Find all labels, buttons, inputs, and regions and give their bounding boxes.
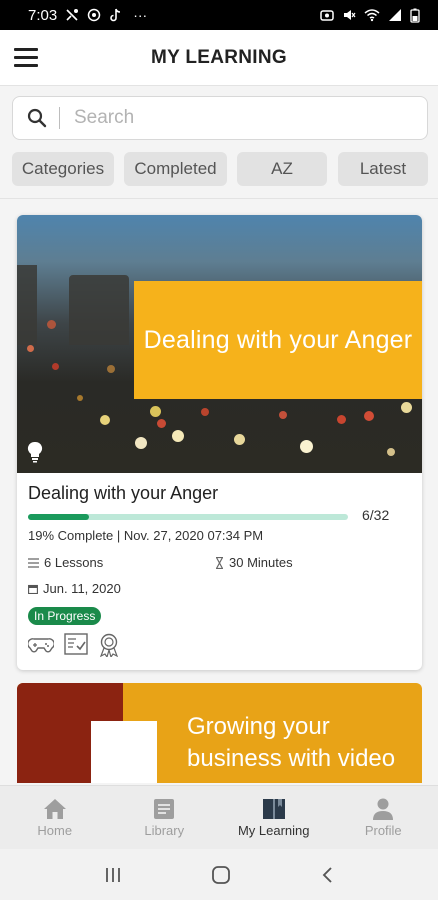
date-row: Jun. 11, 2020 <box>28 581 121 596</box>
course2-thumbnail-block <box>91 721 157 783</box>
quiz-icon <box>64 633 88 655</box>
search-input[interactable] <box>74 107 394 129</box>
search-bar[interactable] <box>12 96 428 140</box>
app-bar: MY LEARNING <box>0 30 438 86</box>
tiktok-icon <box>110 8 121 22</box>
divider <box>0 198 438 199</box>
wifi-icon <box>364 9 380 22</box>
filter-latest[interactable]: Latest <box>338 152 428 186</box>
filter-az[interactable]: AZ <box>237 152 327 186</box>
course2-banner-text: Growing your business with video <box>187 713 396 772</box>
status-badge: In Progress <box>28 607 102 625</box>
home-button-icon[interactable] <box>211 865 231 885</box>
back-icon[interactable] <box>320 866 334 884</box>
duration-row: 30 Minutes <box>215 555 293 570</box>
battery-icon <box>410 8 420 23</box>
course-thumbnail: Dealing with your Anger <box>17 215 422 473</box>
lessons-row: 6 Lessons <box>28 555 103 570</box>
date-text: Jun. 11, 2020 <box>43 581 121 596</box>
home-icon <box>43 798 66 819</box>
certificate-icon <box>99 633 119 657</box>
lightbulb-icon <box>27 441 43 463</box>
progress-bar <box>28 514 348 520</box>
nav-library[interactable]: Library <box>110 786 220 849</box>
search-icon <box>27 108 47 128</box>
nav-my-learning-label: My Learning <box>237 822 310 838</box>
nav-library-label: Library <box>144 822 185 838</box>
filter-bar: Categories Completed AZ Latest <box>12 152 428 186</box>
lesson-count: 6/32 <box>362 507 390 523</box>
status-bar: 7:03 ··· <box>0 0 438 30</box>
calendar-icon <box>28 584 38 594</box>
system-nav-bar <box>0 849 438 900</box>
nav-profile[interactable]: Profile <box>329 786 438 849</box>
bottom-nav: Home Library My Learning Profile <box>0 785 438 849</box>
status-time: 7:03 <box>28 6 58 24</box>
library-icon <box>154 798 175 819</box>
mute-icon <box>344 10 356 20</box>
course-banner-text: Dealing with your Anger <box>134 281 422 399</box>
course-card-2[interactable]: Growing your business with video <box>17 683 422 783</box>
signal-icon <box>389 9 401 21</box>
alarm-icon <box>320 10 334 21</box>
page-title: MY LEARNING <box>151 46 287 68</box>
nav-home-label: Home <box>37 822 73 838</box>
at-icon <box>87 8 101 22</box>
course-card[interactable]: Dealing with your Anger Dealing with you… <box>17 215 422 670</box>
profile-icon <box>373 798 394 820</box>
progress-fill <box>28 514 89 520</box>
duration-text: 30 Minutes <box>229 555 293 570</box>
book-icon <box>262 798 285 819</box>
nav-my-learning[interactable]: My Learning <box>219 786 329 849</box>
hourglass-icon <box>215 556 224 569</box>
progress-text: 19% Complete | Nov. 27, 2020 07:34 PM <box>28 528 264 543</box>
list-icon <box>28 557 39 568</box>
lessons-text: 6 Lessons <box>44 555 104 570</box>
nav-home[interactable]: Home <box>0 786 110 849</box>
search-separator <box>59 107 60 129</box>
feature-icons <box>28 633 120 657</box>
filter-categories[interactable]: Categories <box>12 152 114 186</box>
gamepad-icon <box>28 638 54 653</box>
status-overflow: ··· <box>133 7 148 23</box>
filter-completed[interactable]: Completed <box>124 152 227 186</box>
course-title[interactable]: Dealing with your Anger <box>28 483 218 504</box>
network-icon <box>66 9 79 21</box>
nav-profile-label: Profile <box>364 822 402 838</box>
recents-icon[interactable] <box>104 866 122 884</box>
